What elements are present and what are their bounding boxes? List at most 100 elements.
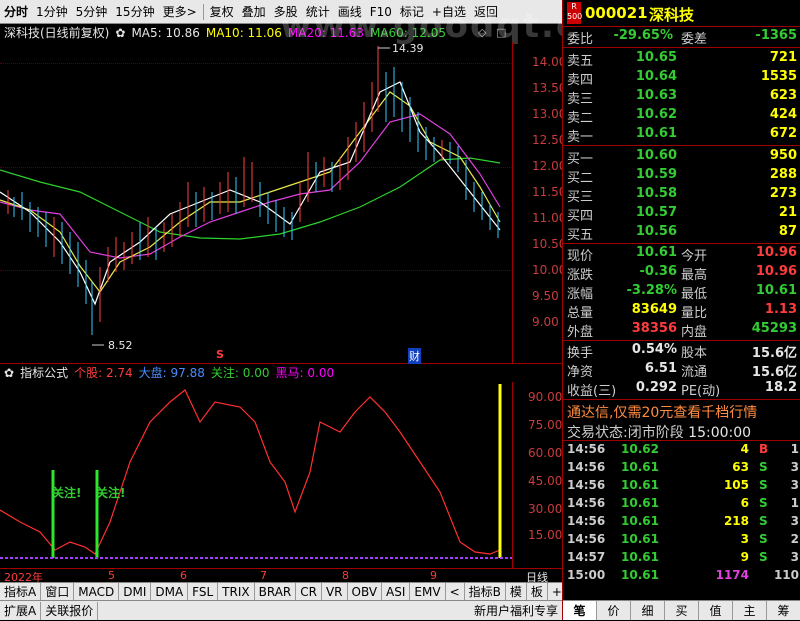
tab-window[interactable]: 窗口	[41, 582, 75, 601]
period-1min[interactable]: 1分钟	[32, 3, 72, 20]
period-15min[interactable]: 15分钟	[111, 3, 158, 20]
stat-value: 0.54%	[631, 342, 677, 357]
indicator-red-line	[0, 389, 501, 555]
price-tick: 9.00	[532, 315, 559, 329]
bid-row[interactable]: 买三 10.58 273	[563, 186, 800, 205]
stat-label: 涨跌	[567, 268, 594, 283]
tab-scroll-left[interactable]: <	[446, 582, 465, 601]
bid-row[interactable]: 买四 10.57 21	[563, 205, 800, 224]
related-quote-button[interactable]: 关联报价	[41, 601, 99, 620]
tick-volume: 4	[740, 442, 749, 456]
ma10-line	[0, 91, 501, 294]
finance-marker[interactable]: 财	[408, 348, 421, 364]
extend-a-button[interactable]: 扩展A	[0, 601, 42, 620]
indicator-a-label: 个股:	[74, 366, 103, 380]
settings-icon[interactable]: ✿	[115, 26, 125, 40]
indicator-tabs: 指标A 窗口 MACD DMI DMA FSL TRIX BRAR CR VR …	[0, 582, 581, 601]
tick-time: 15:00	[567, 568, 606, 582]
stat-label: 内盘	[681, 325, 708, 340]
bid-label: 买三	[567, 190, 594, 205]
tab-dmi[interactable]: DMI	[119, 582, 152, 601]
new-user-promo[interactable]: 新用户福利专享	[470, 602, 562, 620]
tab-main[interactable]: 主	[733, 601, 767, 620]
order-ratio-label: 委比	[567, 32, 594, 47]
tab-dma[interactable]: DMA	[151, 582, 189, 601]
indicator-name[interactable]: 指标公式	[20, 364, 68, 381]
ask-label: 卖一	[567, 130, 594, 145]
ask-row[interactable]: 卖一 10.61 672	[563, 126, 800, 145]
bid-volume: 273	[769, 186, 797, 201]
tab-board[interactable]: 板	[527, 582, 548, 601]
promo-link[interactable]: 通达信,仅需20元查看千档行情	[567, 402, 757, 422]
period-5min[interactable]: 5分钟	[72, 3, 112, 20]
tick-side: S	[759, 496, 768, 510]
tab-cr[interactable]: CR	[296, 582, 322, 601]
period-more[interactable]: 更多>	[159, 3, 201, 20]
indicator-tick: 90.00	[528, 390, 563, 404]
indicator-axis-line	[512, 382, 513, 568]
ma5-label: MA5: 10.86	[131, 25, 200, 40]
ask-row[interactable]: 卖二 10.62 424	[563, 107, 800, 126]
tab-asi[interactable]: ASI	[382, 582, 411, 601]
tab-macd[interactable]: MACD	[74, 582, 120, 601]
tab-trix[interactable]: TRIX	[218, 582, 255, 601]
event-marker-s[interactable]: S	[216, 348, 224, 361]
candlestick-chart[interactable]	[0, 42, 512, 363]
stat-value: 38356	[631, 321, 677, 336]
tab-chips[interactable]: 筹	[767, 601, 800, 620]
divider	[563, 340, 800, 341]
ask-row[interactable]: 卖五 10.65 721	[563, 50, 800, 69]
stat-value: 10.96	[755, 264, 797, 279]
ask-price: 10.61	[635, 126, 677, 141]
indicator-chart[interactable]	[0, 382, 512, 568]
tab-value[interactable]: 值	[699, 601, 733, 620]
attention-label-2: 关注!	[96, 486, 126, 500]
tdx-logo[interactable]: 分时	[0, 3, 32, 20]
price-axis-line	[512, 42, 513, 364]
ma20-line	[0, 113, 501, 259]
status-bar: 扩展A 关联报价 新用户福利专享	[0, 600, 562, 620]
order-diff-label: 委差	[681, 32, 708, 47]
stat-value: 18.2	[764, 380, 797, 395]
ask-price: 10.64	[635, 69, 677, 84]
tab-fsl[interactable]: FSL	[188, 582, 219, 601]
divider	[563, 47, 800, 48]
attention-label-1: 关注!	[52, 486, 82, 500]
stock-name: 深科技	[649, 6, 695, 24]
overlay-button[interactable]: 叠加	[238, 3, 270, 20]
tick-volume: 105	[723, 478, 749, 492]
stat-label: 股本	[681, 346, 708, 361]
ask-row[interactable]: 卖四 10.64 1535	[563, 69, 800, 88]
chart-stock-name[interactable]: 深科技(日线前复权)	[4, 24, 109, 41]
bid-row[interactable]: 买五 10.56 87	[563, 224, 800, 243]
fuquan-button[interactable]: 复权	[206, 3, 238, 20]
toolbar-separator	[202, 3, 204, 20]
tick-side: S	[759, 514, 768, 528]
bid-price: 10.56	[635, 224, 677, 239]
tab-ticks[interactable]: 笔	[563, 601, 597, 620]
stat-label: 外盘	[567, 325, 594, 340]
tab-vr[interactable]: VR	[322, 582, 348, 601]
ask-row[interactable]: 卖三 10.63 623	[563, 88, 800, 107]
tab-obv[interactable]: OBV	[348, 582, 383, 601]
trade-status-label: 交易状态:	[567, 425, 628, 441]
tab-brar[interactable]: BRAR	[255, 582, 297, 601]
stat-label: 现价	[567, 249, 594, 264]
tab-detail[interactable]: 细	[631, 601, 665, 620]
bid-label: 买二	[567, 171, 594, 186]
tick-price: 10.61	[621, 532, 659, 546]
indicator-settings-icon[interactable]: ✿	[4, 366, 14, 380]
tab-indicator-a[interactable]: 指标A	[0, 582, 42, 601]
stat-row: 涨幅 -3.28% 最低 10.61	[563, 283, 800, 302]
ask-label: 卖五	[567, 54, 594, 69]
bid-row[interactable]: 买二 10.59 288	[563, 167, 800, 186]
stock-code: 000021	[585, 4, 648, 22]
bid-row[interactable]: 买一 10.60 950	[563, 148, 800, 167]
tab-template[interactable]: 模	[506, 582, 527, 601]
stat-value: 10.61	[755, 283, 797, 298]
tab-buy[interactable]: 买	[665, 601, 699, 620]
tab-indicator-b[interactable]: 指标B	[465, 582, 506, 601]
tab-price[interactable]: 价	[597, 601, 631, 620]
divider	[563, 243, 800, 244]
tab-emv[interactable]: EMV	[410, 582, 446, 601]
